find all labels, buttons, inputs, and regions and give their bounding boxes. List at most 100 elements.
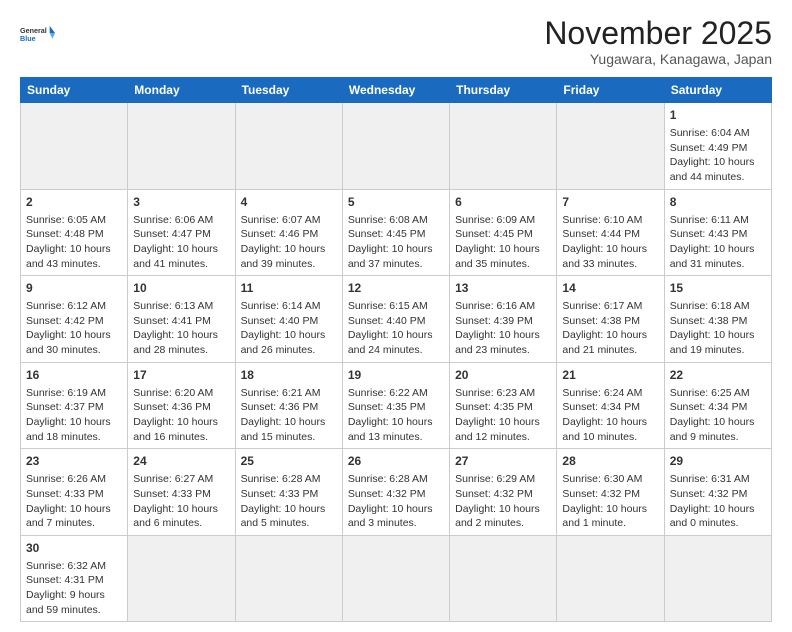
calendar-cell: 11 Sunrise: 6:14 AMSunset: 4:40 PMDayligh…	[235, 276, 342, 363]
page-subtitle: Yugawara, Kanagawa, Japan	[544, 51, 772, 67]
calendar-cell: 24 Sunrise: 6:27 AMSunset: 4:33 PMDayligh…	[128, 449, 235, 536]
col-thursday: Thursday	[450, 78, 557, 103]
calendar-cell	[235, 535, 342, 622]
day-info: Sunrise: 6:28 AMSunset: 4:32 PMDaylight:…	[348, 473, 433, 529]
day-number: 17	[133, 367, 229, 384]
day-info: Sunrise: 6:28 AMSunset: 4:33 PMDaylight:…	[241, 473, 326, 529]
day-number: 10	[133, 280, 229, 297]
day-info: Sunrise: 6:26 AMSunset: 4:33 PMDaylight:…	[26, 473, 111, 529]
calendar-cell: 8Sunrise: 6:11 AMSunset: 4:43 PMDaylight…	[664, 189, 771, 276]
day-info: Sunrise: 6:13 AMSunset: 4:41 PMDaylight:…	[133, 300, 218, 356]
day-number: 30	[26, 540, 122, 557]
calendar-cell: 16 Sunrise: 6:19 AMSunset: 4:37 PMDayligh…	[21, 362, 128, 449]
calendar-week-row: 30 Sunrise: 6:32 AMSunset: 4:31 PMDayligh…	[21, 535, 772, 622]
calendar-cell: 18Sunrise: 6:21 AMSunset: 4:36 PMDayligh…	[235, 362, 342, 449]
day-info: Sunrise: 6:10 AMSunset: 4:44 PMDaylight:…	[562, 214, 647, 270]
day-info: Sunrise: 6:14 AMSunset: 4:40 PMDaylight:…	[241, 300, 326, 356]
calendar-cell: 26 Sunrise: 6:28 AMSunset: 4:32 PMDayligh…	[342, 449, 449, 536]
day-number: 16	[26, 367, 122, 384]
calendar-cell: 15Sunrise: 6:18 AMSunset: 4:38 PMDayligh…	[664, 276, 771, 363]
calendar-header-row: Sunday Monday Tuesday Wednesday Thursday…	[21, 78, 772, 103]
calendar-cell: 9 Sunrise: 6:12 AMSunset: 4:42 PMDaylight…	[21, 276, 128, 363]
day-number: 24	[133, 453, 229, 470]
calendar-cell: 23Sunrise: 6:26 AMSunset: 4:33 PMDayligh…	[21, 449, 128, 536]
calendar-cell: 13 Sunrise: 6:16 AMSunset: 4:39 PMDayligh…	[450, 276, 557, 363]
calendar-cell: 27Sunrise: 6:29 AMSunset: 4:32 PMDayligh…	[450, 449, 557, 536]
calendar-cell: 12 Sunrise: 6:15 AMSunset: 4:40 PMDayligh…	[342, 276, 449, 363]
day-number: 26	[348, 453, 444, 470]
day-number: 28	[562, 453, 658, 470]
day-info: Sunrise: 6:17 AMSunset: 4:38 PMDaylight:…	[562, 300, 647, 356]
day-number: 2	[26, 194, 122, 211]
calendar-cell	[21, 103, 128, 190]
day-number: 11	[241, 280, 337, 297]
calendar-cell: 19 Sunrise: 6:22 AMSunset: 4:35 PMDayligh…	[342, 362, 449, 449]
page-title: November 2025	[544, 16, 772, 51]
day-number: 19	[348, 367, 444, 384]
calendar-cell: 10 Sunrise: 6:13 AMSunset: 4:41 PMDayligh…	[128, 276, 235, 363]
day-info: Sunrise: 6:04 AMSunset: 4:49 PMDaylight:…	[670, 127, 755, 183]
day-number: 29	[670, 453, 766, 470]
calendar-cell: 30 Sunrise: 6:32 AMSunset: 4:31 PMDayligh…	[21, 535, 128, 622]
day-info: Sunrise: 6:16 AMSunset: 4:39 PMDaylight:…	[455, 300, 540, 356]
day-number: 12	[348, 280, 444, 297]
col-friday: Friday	[557, 78, 664, 103]
day-info: Sunrise: 6:32 AMSunset: 4:31 PMDaylight:…	[26, 560, 106, 616]
day-info: Sunrise: 6:19 AMSunset: 4:37 PMDaylight:…	[26, 387, 111, 443]
calendar-cell: 17 Sunrise: 6:20 AMSunset: 4:36 PMDayligh…	[128, 362, 235, 449]
calendar-cell: 7Sunrise: 6:10 AMSunset: 4:44 PMDaylight…	[557, 189, 664, 276]
day-number: 20	[455, 367, 551, 384]
calendar-cell: 29Sunrise: 6:31 AMSunset: 4:32 PMDayligh…	[664, 449, 771, 536]
calendar-cell	[342, 103, 449, 190]
day-info: Sunrise: 6:25 AMSunset: 4:34 PMDaylight:…	[670, 387, 755, 443]
header: GeneralBlue November 2025 Yugawara, Kana…	[20, 16, 772, 67]
day-info: Sunrise: 6:21 AMSunset: 4:36 PMDaylight:…	[241, 387, 326, 443]
day-number: 15	[670, 280, 766, 297]
calendar-cell	[128, 103, 235, 190]
calendar-cell	[557, 103, 664, 190]
day-info: Sunrise: 6:22 AMSunset: 4:35 PMDaylight:…	[348, 387, 433, 443]
calendar-cell: 4 Sunrise: 6:07 AMSunset: 4:46 PMDaylight…	[235, 189, 342, 276]
day-number: 3	[133, 194, 229, 211]
calendar-cell	[664, 535, 771, 622]
day-number: 4	[241, 194, 337, 211]
day-number: 5	[348, 194, 444, 211]
page: GeneralBlue November 2025 Yugawara, Kana…	[0, 0, 792, 632]
day-number: 9	[26, 280, 122, 297]
day-info: Sunrise: 6:29 AMSunset: 4:32 PMDaylight:…	[455, 473, 540, 529]
col-monday: Monday	[128, 78, 235, 103]
calendar-cell	[450, 535, 557, 622]
calendar-cell: 22Sunrise: 6:25 AMSunset: 4:34 PMDayligh…	[664, 362, 771, 449]
calendar-cell: 3Sunrise: 6:06 AMSunset: 4:47 PMDaylight…	[128, 189, 235, 276]
calendar-cell: 1Sunrise: 6:04 AMSunset: 4:49 PMDaylight…	[664, 103, 771, 190]
calendar-cell	[342, 535, 449, 622]
day-info: Sunrise: 6:08 AMSunset: 4:45 PMDaylight:…	[348, 214, 433, 270]
day-number: 13	[455, 280, 551, 297]
day-info: Sunrise: 6:12 AMSunset: 4:42 PMDaylight:…	[26, 300, 111, 356]
day-number: 14	[562, 280, 658, 297]
calendar-week-row: 23Sunrise: 6:26 AMSunset: 4:33 PMDayligh…	[21, 449, 772, 536]
col-wednesday: Wednesday	[342, 78, 449, 103]
day-info: Sunrise: 6:07 AMSunset: 4:46 PMDaylight:…	[241, 214, 326, 270]
calendar-cell: 14 Sunrise: 6:17 AMSunset: 4:38 PMDayligh…	[557, 276, 664, 363]
calendar-week-row: 9 Sunrise: 6:12 AMSunset: 4:42 PMDaylight…	[21, 276, 772, 363]
svg-text:Blue: Blue	[20, 34, 36, 43]
logo: GeneralBlue	[20, 16, 56, 52]
calendar-cell	[235, 103, 342, 190]
calendar-week-row: 16 Sunrise: 6:19 AMSunset: 4:37 PMDayligh…	[21, 362, 772, 449]
calendar-cell	[557, 535, 664, 622]
calendar-cell: 25Sunrise: 6:28 AMSunset: 4:33 PMDayligh…	[235, 449, 342, 536]
calendar-cell: 28 Sunrise: 6:30 AMSunset: 4:32 PMDayligh…	[557, 449, 664, 536]
day-info: Sunrise: 6:27 AMSunset: 4:33 PMDaylight:…	[133, 473, 218, 529]
day-info: Sunrise: 6:20 AMSunset: 4:36 PMDaylight:…	[133, 387, 218, 443]
col-tuesday: Tuesday	[235, 78, 342, 103]
calendar-cell: 5 Sunrise: 6:08 AMSunset: 4:45 PMDaylight…	[342, 189, 449, 276]
calendar-table: Sunday Monday Tuesday Wednesday Thursday…	[20, 77, 772, 622]
day-number: 6	[455, 194, 551, 211]
day-info: Sunrise: 6:15 AMSunset: 4:40 PMDaylight:…	[348, 300, 433, 356]
col-saturday: Saturday	[664, 78, 771, 103]
col-sunday: Sunday	[21, 78, 128, 103]
calendar-cell: 2Sunrise: 6:05 AMSunset: 4:48 PMDaylight…	[21, 189, 128, 276]
calendar-cell	[128, 535, 235, 622]
day-info: Sunrise: 6:30 AMSunset: 4:32 PMDaylight:…	[562, 473, 647, 529]
